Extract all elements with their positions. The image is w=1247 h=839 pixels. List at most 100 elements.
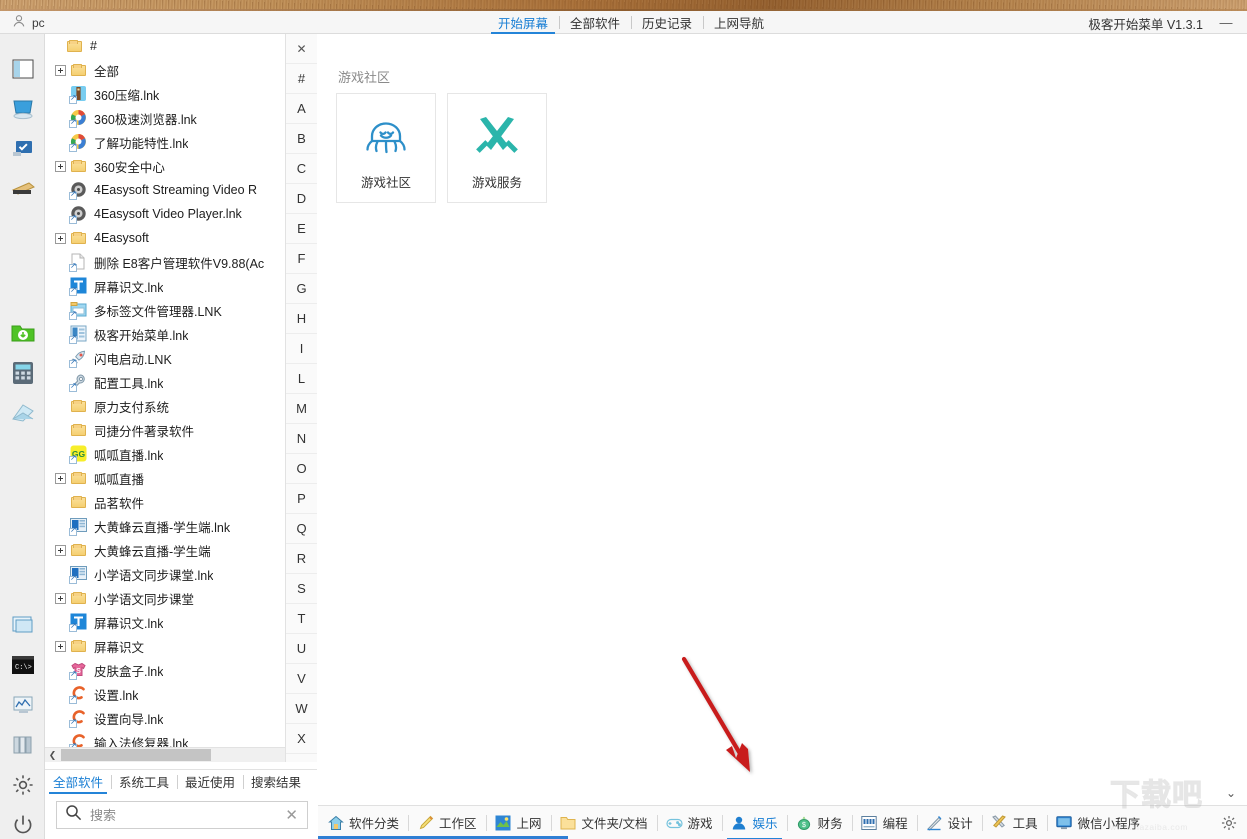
alpha-index-a[interactable]: A <box>286 94 317 124</box>
tree-item[interactable]: 设置向导.lnk <box>45 706 298 730</box>
tree-item[interactable]: 360压缩.lnk <box>45 82 298 106</box>
tile-game-service[interactable]: 游戏服务 <box>447 93 547 203</box>
taskbar-item-code[interactable]: 编程 <box>851 806 917 839</box>
search-box[interactable]: ✕ <box>56 801 308 829</box>
expander-toggle[interactable] <box>55 64 66 76</box>
alpha-index-#[interactable]: # <box>286 64 317 94</box>
scroll-left-arrow[interactable]: ❮ <box>45 748 60 762</box>
alpha-index-h[interactable]: H <box>286 304 317 334</box>
alpha-close-button[interactable]: ✕ <box>286 34 317 64</box>
alpha-index-p[interactable]: P <box>286 484 317 514</box>
tree-item[interactable]: 屏幕识文 <box>45 634 298 658</box>
tree-item[interactable]: 输入法修复器.lnk <box>45 730 298 747</box>
alpha-index-w[interactable]: W <box>286 694 317 724</box>
tree-item[interactable]: 360极速浏览器.lnk <box>45 106 298 130</box>
tab-system-tools[interactable]: 系统工具 <box>111 770 177 794</box>
gear-icon[interactable] <box>1220 814 1238 832</box>
settings-gear-icon[interactable] <box>10 772 36 798</box>
tree-item[interactable]: 品茗软件 <box>45 490 298 514</box>
sidebar-panel-icon[interactable] <box>10 56 36 82</box>
expander-toggle[interactable] <box>55 232 66 244</box>
window-stack-icon[interactable] <box>10 612 36 638</box>
download-folder-icon[interactable] <box>10 320 36 346</box>
tab-recently-used[interactable]: 最近使用 <box>177 770 243 794</box>
tree-item[interactable]: 4Easysoft <box>45 226 298 250</box>
taskbar-item-person-blue[interactable]: 娱乐 <box>721 806 787 839</box>
alpha-index-e[interactable]: E <box>286 214 317 244</box>
alpha-index-t[interactable]: T <box>286 604 317 634</box>
nav-tab-web-nav[interactable]: 上网导航 <box>703 11 775 34</box>
tree-item[interactable]: 4Easysoft Streaming Video R <box>45 178 298 202</box>
alpha-index-l[interactable]: L <box>286 364 317 394</box>
tree-item[interactable]: 了解功能特性.lnk <box>45 130 298 154</box>
tree-item[interactable]: GG 呱呱直播.lnk <box>45 442 298 466</box>
scroll-thumb-horizontal[interactable] <box>61 749 211 761</box>
tree-item[interactable]: 呱呱直播 <box>45 466 298 490</box>
tree-item[interactable]: 配置工具.lnk <box>45 370 298 394</box>
tree-item[interactable]: 设置.lnk <box>45 682 298 706</box>
nav-tab-start-screen[interactable]: 开始屏幕 <box>487 11 559 34</box>
tree-item[interactable]: 360安全中心 <box>45 154 298 178</box>
alpha-index-q[interactable]: Q <box>286 514 317 544</box>
tree-item[interactable]: 屏幕识文.lnk <box>45 610 298 634</box>
taskbar-item-money[interactable]: $ 财务 <box>786 806 852 839</box>
tree-item[interactable]: 删除 E8客户管理软件V9.88(Ac <box>45 250 298 274</box>
alpha-index-v[interactable]: V <box>286 664 317 694</box>
search-input[interactable] <box>90 807 286 823</box>
nav-tab-history[interactable]: 历史记录 <box>631 11 703 34</box>
computer-icon[interactable] <box>10 96 36 122</box>
tree-item[interactable]: 闪电启动.LNK <box>45 346 298 370</box>
alpha-index-n[interactable]: N <box>286 424 317 454</box>
alphabet-index-column[interactable]: ✕ # A B C D E F G H I L M N O P Q R S T U V W X <box>285 34 317 762</box>
tree-item[interactable]: 原力支付系统 <box>45 394 298 418</box>
tree-item[interactable]: 极客开始菜单.lnk <box>45 322 298 346</box>
my-computer-check-icon[interactable] <box>10 136 36 162</box>
taskbar-item-folder[interactable]: 文件夹/文档 <box>550 806 657 839</box>
nav-tab-all-software[interactable]: 全部软件 <box>559 11 631 34</box>
tree-item[interactable]: 大黄蜂云直播-学生端.lnk <box>45 514 298 538</box>
alpha-index-d[interactable]: D <box>286 184 317 214</box>
alpha-index-x[interactable]: X <box>286 724 317 754</box>
performance-monitor-icon[interactable] <box>10 692 36 718</box>
library-icon[interactable] <box>10 732 36 758</box>
alpha-index-i[interactable]: I <box>286 334 317 364</box>
tree-item[interactable]: 屏幕识文.lnk <box>45 274 298 298</box>
tile-game-community[interactable]: 游戏社区 <box>336 93 436 203</box>
taskbar-item-globe[interactable]: 上网 <box>485 806 551 839</box>
tree-root-row[interactable]: # <box>45 34 298 58</box>
tree-horizontal-scrollbar[interactable]: ❮ ❯ <box>45 747 298 762</box>
tree-item[interactable]: 司捷分件著录软件 <box>45 418 298 442</box>
expander-toggle[interactable] <box>55 472 66 484</box>
tree-item[interactable]: 小学语文同步课堂 <box>45 586 298 610</box>
tab-search-results[interactable]: 搜索结果 <box>243 770 309 794</box>
taskbar-item-tools[interactable]: 工具 <box>981 806 1047 839</box>
minimize-button[interactable]: — <box>1217 14 1235 31</box>
taskbar-item-design[interactable]: 设计 <box>916 806 982 839</box>
calculator-icon[interactable] <box>10 360 36 386</box>
taskbar-item-monitor[interactable]: 微信小程序 <box>1046 806 1150 839</box>
tree-item[interactable]: 小学语文同步课堂.lnk <box>45 562 298 586</box>
alpha-index-c[interactable]: C <box>286 154 317 184</box>
alpha-index-g[interactable]: G <box>286 274 317 304</box>
alpha-index-s[interactable]: S <box>286 574 317 604</box>
expander-toggle[interactable] <box>55 640 66 652</box>
software-tree[interactable]: # 全部 360压缩.lnk 360极速浏览器.lnk 了解功能特性.lnk 360安全中… <box>45 34 298 747</box>
taskbar-item-home[interactable]: 软件分类 <box>318 806 408 839</box>
expander-toggle[interactable] <box>55 160 66 172</box>
tree-item[interactable]: 多标签文件管理器.LNK <box>45 298 298 322</box>
tree-item[interactable]: 4Easysoft Video Player.lnk <box>45 202 298 226</box>
alpha-index-r[interactable]: R <box>286 544 317 574</box>
alpha-index-b[interactable]: B <box>286 124 317 154</box>
hardware-device-icon[interactable] <box>10 176 36 202</box>
tree-item[interactable]: 大黄蜂云直播-学生端 <box>45 538 298 562</box>
taskbar-item-gamepad[interactable]: 游戏 <box>656 806 722 839</box>
command-prompt-icon[interactable]: C:\> <box>10 652 36 678</box>
notebook-icon[interactable] <box>10 400 36 426</box>
clear-icon[interactable]: ✕ <box>285 808 298 823</box>
user-account[interactable]: pc <box>12 14 45 32</box>
alpha-index-m[interactable]: M <box>286 394 317 424</box>
expander-toggle[interactable] <box>55 592 66 604</box>
tab-all-software[interactable]: 全部软件 <box>45 770 111 794</box>
alpha-index-f[interactable]: F <box>286 244 317 274</box>
alpha-index-o[interactable]: O <box>286 454 317 484</box>
